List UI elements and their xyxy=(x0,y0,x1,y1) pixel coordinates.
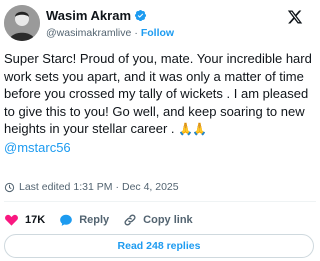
tweet-meta: Last edited 1:31 PM · Dec 4, 2025 xyxy=(4,181,179,193)
avatar[interactable] xyxy=(4,5,40,41)
clock-icon xyxy=(4,182,15,192)
author-handle[interactable]: @wasimakramlive xyxy=(46,27,131,39)
display-name[interactable]: Wasim Akram xyxy=(46,8,131,23)
reply-label: Reply xyxy=(79,214,110,226)
tweet-date[interactable]: Dec 4, 2025 xyxy=(122,181,179,193)
verified-badge-icon xyxy=(134,9,147,22)
author-info: Wasim Akram @wasimakramlive · Follow xyxy=(46,7,174,41)
tweet-body: Super Starc! Proud of you, mate. Your in… xyxy=(4,51,312,137)
x-logo-icon[interactable] xyxy=(287,9,303,25)
meta-separator: · xyxy=(115,181,119,193)
copy-link-button[interactable]: Copy link xyxy=(123,213,193,227)
tweet-time[interactable]: 1:31 PM xyxy=(73,181,112,193)
read-replies-label: Read 248 replies xyxy=(117,240,201,252)
tweet-header: Wasim Akram @wasimakramlive · Follow xyxy=(0,0,320,44)
edited-label[interactable]: Last edited xyxy=(19,181,70,193)
action-bar: 17K Reply Copy link xyxy=(4,211,207,229)
follow-button[interactable]: Follow xyxy=(141,27,174,39)
mention-link[interactable]: @mstarc56 xyxy=(4,140,71,155)
tweet-card: Wasim Akram @wasimakramlive · Follow Sup… xyxy=(0,0,320,261)
handle-separator: · xyxy=(134,27,138,39)
copy-link-label: Copy link xyxy=(143,214,193,226)
like-count: 17K xyxy=(25,214,46,226)
pray-emoji: 🙏🙏 xyxy=(178,122,207,137)
read-replies-button[interactable]: Read 248 replies xyxy=(4,234,314,258)
link-icon xyxy=(124,214,136,226)
like-button[interactable]: 17K xyxy=(4,213,45,228)
tweet-text: Super Starc! Proud of you, mate. Your in… xyxy=(4,50,318,157)
heart-icon xyxy=(5,214,18,226)
reply-button[interactable]: Reply xyxy=(59,213,109,227)
divider xyxy=(4,201,316,202)
reply-bubble-icon xyxy=(60,214,73,226)
